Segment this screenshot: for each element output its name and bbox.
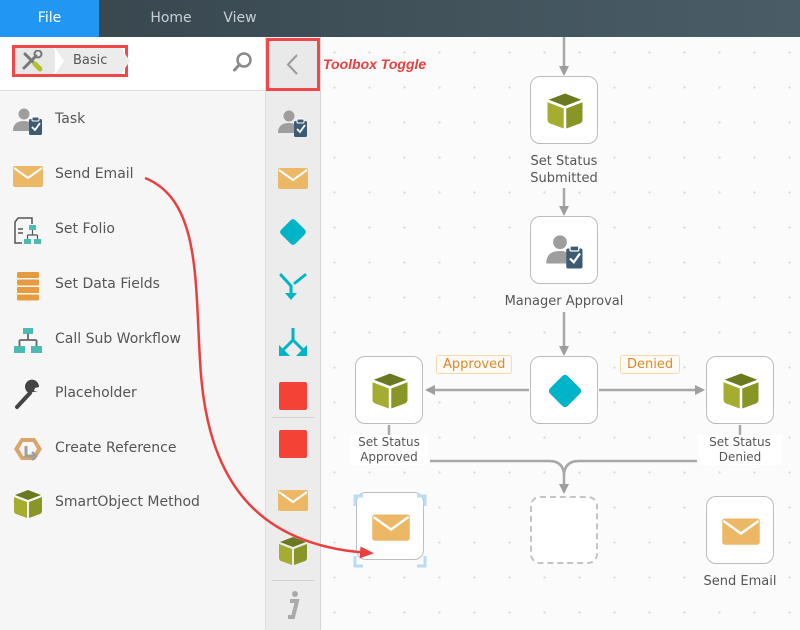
rule-label-approved[interactable]: Approved xyxy=(436,355,513,374)
node-set-status-submitted[interactable] xyxy=(530,76,598,144)
selection-handles xyxy=(353,494,427,568)
toolbox-item-send-email[interactable]: Send Email xyxy=(0,156,265,196)
node-label-line: Submitted xyxy=(530,171,598,186)
task-icon xyxy=(13,108,42,135)
sub-workflow-icon xyxy=(14,328,42,353)
breadcrumb-basic[interactable]: Basic xyxy=(55,48,130,74)
node-label: Send Email xyxy=(692,573,788,590)
toolbox-item-label: Call Sub Workflow xyxy=(55,331,181,347)
email-icon[interactable] xyxy=(277,162,309,194)
decision-icon[interactable] xyxy=(277,216,309,248)
data-fields-icon xyxy=(17,272,39,301)
toolbox-item-create-reference[interactable]: Create Reference xyxy=(0,430,265,470)
node-decision[interactable] xyxy=(530,356,598,424)
split-icon[interactable] xyxy=(277,326,309,358)
tab-file[interactable]: File xyxy=(0,0,99,37)
toolbox-item-call-sub-workflow[interactable]: Call Sub Workflow xyxy=(0,321,265,361)
toolbox-item-label: Placeholder xyxy=(55,385,137,401)
toolbox-panel: Basic Task Send Email Set Folio Set Data… xyxy=(0,37,266,630)
toolbox-item-label: Set Data Fields xyxy=(55,276,160,292)
stop-icon[interactable] xyxy=(277,380,309,412)
smartobject-icon[interactable] xyxy=(277,535,309,567)
toolbox-item-label: SmartObject Method xyxy=(55,494,200,510)
toolbox-item-label: Create Reference xyxy=(55,440,177,456)
tab-home[interactable]: Home xyxy=(123,0,219,37)
toolbox-toggle-button[interactable] xyxy=(266,38,320,91)
divider xyxy=(272,417,314,418)
node-label: Manager Approval xyxy=(494,293,634,310)
decision-icon xyxy=(548,374,582,408)
email-icon[interactable] xyxy=(277,484,309,516)
node-label-line: Approved xyxy=(360,450,418,464)
toolbox-item-smartobject-method[interactable]: SmartObject Method xyxy=(0,484,265,524)
wrench-icon xyxy=(15,379,40,409)
node-label: Set Status Denied xyxy=(698,435,782,465)
stop-icon[interactable] xyxy=(277,428,309,460)
tools-icon xyxy=(22,50,43,72)
task-icon[interactable] xyxy=(277,107,309,139)
folio-icon xyxy=(14,217,41,244)
toolbox-item-task[interactable]: Task xyxy=(0,101,265,141)
toolbox-item-label: Send Email xyxy=(55,166,134,182)
reference-icon xyxy=(14,438,42,461)
node-label-line: Set Status xyxy=(709,435,771,449)
node-send-email[interactable] xyxy=(706,496,774,564)
top-menu-bar: File Home View xyxy=(0,0,800,37)
node-set-status-denied[interactable] xyxy=(706,356,774,424)
task-icon xyxy=(546,235,583,269)
smartobject-icon xyxy=(723,373,759,409)
email-icon xyxy=(722,518,760,545)
node-label: Set Status Submitted xyxy=(520,153,608,187)
toolbox-item-set-folio[interactable]: Set Folio xyxy=(0,211,265,251)
toolbox-header: Basic xyxy=(0,37,265,91)
breadcrumb-home[interactable] xyxy=(15,48,62,74)
rule-label-denied[interactable]: Denied xyxy=(620,355,681,374)
smartobject-icon xyxy=(547,93,583,129)
smartobject-icon xyxy=(372,373,408,409)
toolbox-item-placeholder[interactable]: Placeholder xyxy=(0,375,265,415)
node-label: Set Status Approved xyxy=(350,435,428,465)
node-placeholder-drop-target[interactable] xyxy=(530,496,598,564)
toolbox-item-set-data-fields[interactable]: Set Data Fields xyxy=(0,266,265,306)
toolbox-item-label: Set Folio xyxy=(55,221,115,237)
node-label-line: Denied xyxy=(718,450,762,464)
info-icon[interactable] xyxy=(277,589,309,621)
divider xyxy=(272,580,314,581)
node-label-line: Set Status xyxy=(358,435,420,449)
node-manager-approval[interactable] xyxy=(530,216,598,284)
node-label-line: Set Status xyxy=(530,154,598,169)
email-icon xyxy=(13,166,43,187)
search-icon[interactable] xyxy=(232,51,254,73)
merge-icon[interactable] xyxy=(277,271,309,303)
chevron-left-icon xyxy=(286,54,298,75)
tab-view[interactable]: View xyxy=(210,0,270,37)
toolbox-icon-strip xyxy=(266,37,321,630)
toolbox-item-label: Task xyxy=(55,111,86,127)
node-set-status-approved[interactable] xyxy=(355,356,423,424)
toolbox-toggle-annotation: Toolbox Toggle xyxy=(323,56,427,72)
breadcrumb: Basic xyxy=(12,45,130,77)
smartobject-icon xyxy=(14,490,42,518)
